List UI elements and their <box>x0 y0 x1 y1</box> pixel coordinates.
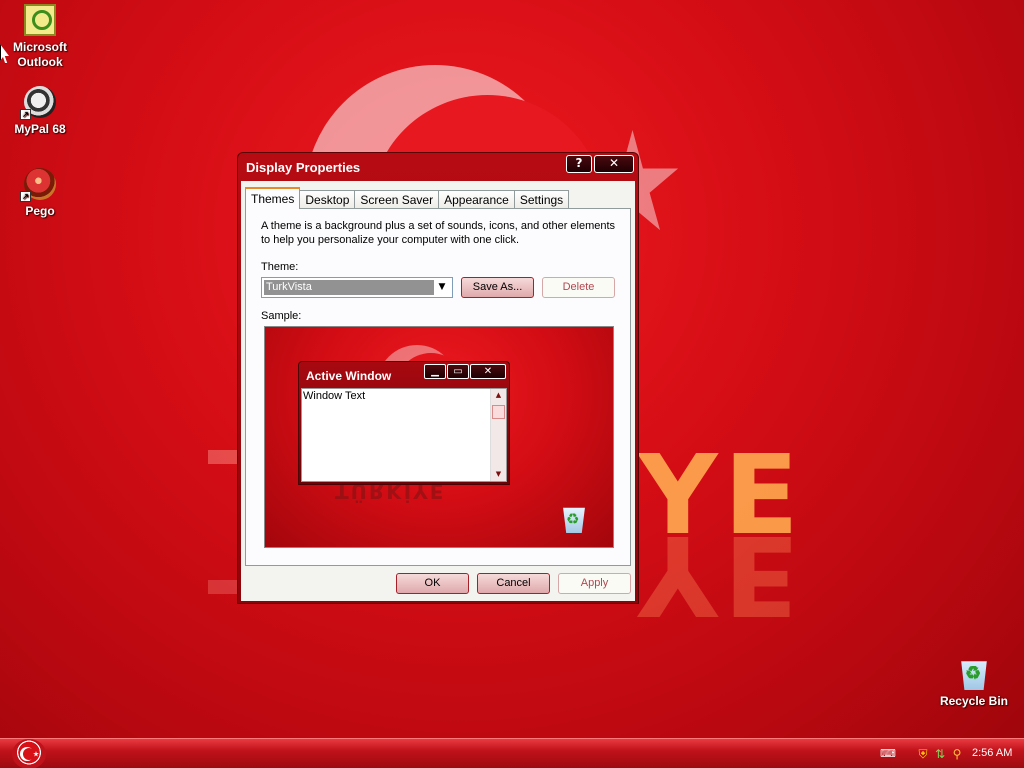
close-button[interactable]: ✕ <box>594 155 634 173</box>
theme-description: A theme is a background plus a set of so… <box>261 220 616 246</box>
theme-dropdown-value: TurkVista <box>264 280 434 295</box>
chevron-down-icon[interactable]: ▼ <box>434 280 450 295</box>
theme-dropdown[interactable]: TurkVista ▼ <box>261 277 453 298</box>
tab-screen-saver[interactable]: Screen Saver <box>354 190 440 209</box>
desktop-icon-recycle-bin[interactable]: Recycle Bin <box>934 658 1014 709</box>
tab-settings[interactable]: Settings <box>513 190 570 209</box>
sample-minimize-icon: ▁ <box>424 364 446 379</box>
security-shield-icon[interactable]: ⛨ <box>916 747 930 761</box>
tab-desktop[interactable]: Desktop <box>299 190 356 209</box>
sample-recycle-bin-icon <box>563 507 585 533</box>
mypal-icon: ↗ <box>20 86 56 120</box>
shortcut-arrow-icon: ↗ <box>20 191 31 202</box>
help-button[interactable]: ? <box>566 155 592 173</box>
taskbar: ⌨ ⛨ ⇅ ⚲ 2:56 AM <box>0 738 1024 768</box>
dialog-body: Themes Desktop Screen Saver Appearance S… <box>241 181 635 601</box>
scroll-down-icon: ▼ <box>495 470 502 478</box>
tab-appearance[interactable]: Appearance <box>438 190 515 209</box>
dialog-title: Display Properties <box>246 160 361 175</box>
search-icon[interactable]: ⚲ <box>950 747 964 761</box>
ok-button[interactable]: OK <box>396 573 469 594</box>
sample-window-client: Window Text ▲ ▼ <box>301 388 507 482</box>
scroll-thumb <box>492 405 505 419</box>
keyboard-icon[interactable]: ⌨ <box>880 747 896 761</box>
sample-label: Sample: <box>261 310 302 322</box>
apply-button[interactable]: Apply <box>558 573 631 594</box>
delete-button[interactable]: Delete <box>542 277 615 298</box>
shortcut-arrow-icon: ↗ <box>20 109 31 120</box>
tab-strip: Themes Desktop Screen Saver Appearance S… <box>245 187 570 209</box>
themes-panel: A theme is a background plus a set of so… <box>245 208 631 566</box>
pego-icon: ↗ <box>20 168 56 202</box>
cancel-button[interactable]: Cancel <box>477 573 550 594</box>
theme-label: Theme: <box>261 261 299 273</box>
sample-close-icon: ✕ <box>470 364 506 379</box>
save-as-button[interactable]: Save As... <box>461 277 534 298</box>
sample-window-title: Active Window <box>306 369 392 383</box>
desktop-icon-pego[interactable]: ↗ Pego <box>0 168 80 219</box>
sample-maximize-icon: ▭ <box>447 364 469 379</box>
start-button[interactable] <box>12 739 46 768</box>
sample-scrollbar: ▲ ▼ <box>490 389 506 481</box>
tab-themes[interactable]: Themes <box>245 187 301 209</box>
system-tray: ⌨ ⛨ ⇅ ⚲ 2:56 AM <box>864 739 1024 768</box>
desktop-icon-outlook[interactable]: Microsoft Outlook <box>0 4 80 70</box>
display-properties-dialog: Display Properties ? ✕ Themes Desktop Sc… <box>237 152 639 604</box>
dialog-title-bar[interactable]: Display Properties ? ✕ <box>238 153 638 181</box>
network-icon[interactable]: ⇅ <box>933 747 947 761</box>
sample-active-window: Active Window ▁ ▭ ✕ Window Text ▲ ▼ <box>298 361 510 485</box>
desktop-icon-mypal[interactable]: ↗ MyPal 68 <box>0 86 80 137</box>
scroll-up-icon: ▲ <box>495 391 502 399</box>
theme-sample-preview: TÜRKİYE Active Window ▁ ▭ ✕ Window Text … <box>264 326 614 548</box>
taskbar-clock[interactable]: 2:56 AM <box>972 747 1012 759</box>
recycle-bin-icon <box>961 661 987 690</box>
outlook-icon <box>24 4 56 36</box>
sample-window-text: Window Text <box>303 390 366 402</box>
